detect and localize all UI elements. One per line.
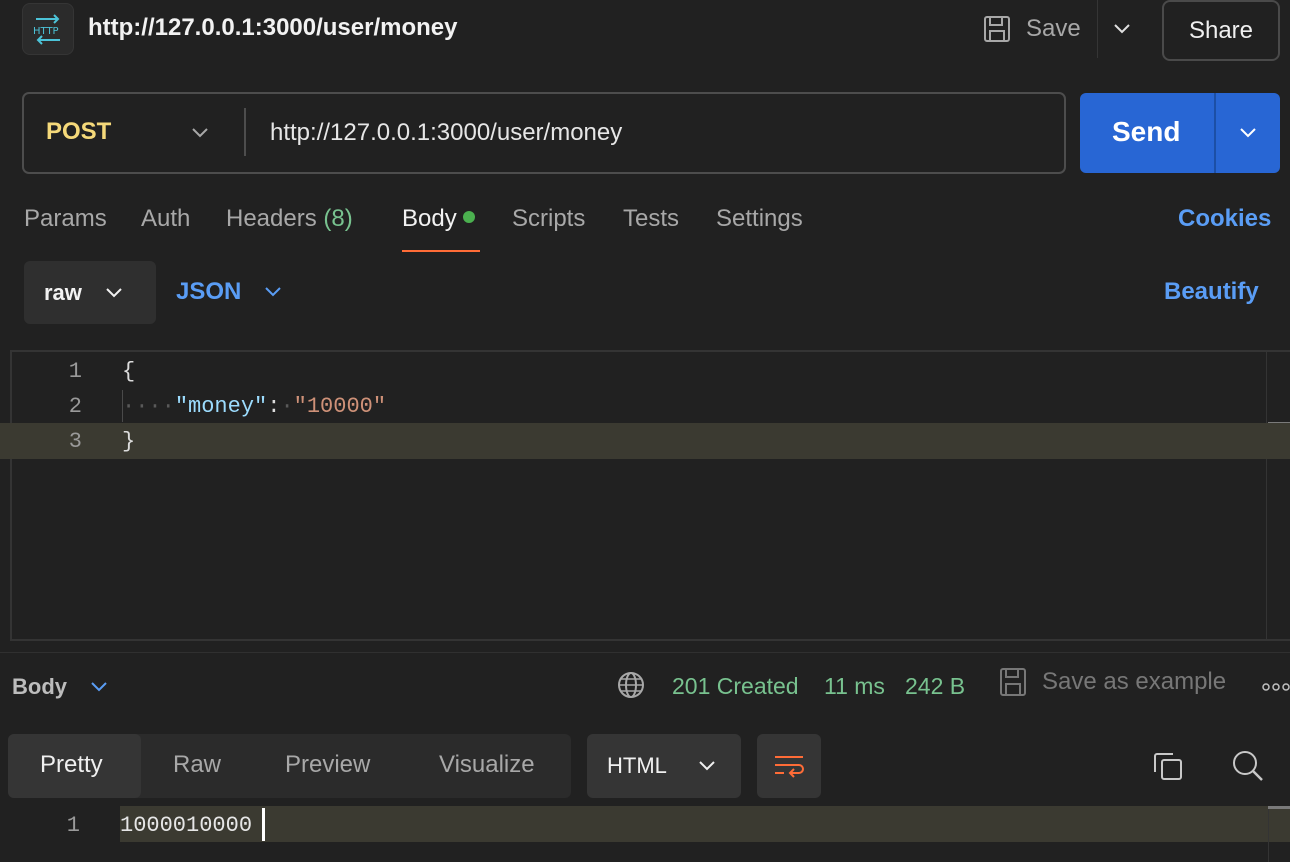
code-line[interactable]: 1 { [0, 353, 1290, 389]
code-line-current[interactable]: 3 } [0, 423, 1290, 459]
response-scrollbar-track [1268, 809, 1269, 862]
response-format-select[interactable]: HTML [587, 734, 741, 798]
tab-headers[interactable]: Headers (8) [226, 205, 353, 233]
body-mode-label: raw [44, 279, 82, 305]
send-options-chevron-icon[interactable] [1238, 124, 1258, 142]
save-as-example-button[interactable]: Save as example [998, 666, 1226, 698]
tab-params[interactable]: Params [24, 205, 107, 233]
response-line-highlight [120, 806, 1290, 842]
url-input[interactable] [270, 116, 1050, 150]
save-options-chevron-icon[interactable] [1112, 18, 1132, 38]
method-select[interactable]: POST [46, 118, 111, 146]
tab-preview[interactable]: Preview [285, 751, 370, 779]
divider [1214, 93, 1216, 173]
active-tab-indicator [402, 250, 480, 252]
code-text: ····"money":·"10000" [122, 394, 387, 419]
text-cursor [262, 808, 265, 841]
divider [244, 108, 246, 156]
save-button[interactable]: Save [982, 10, 1081, 48]
globe-icon[interactable] [616, 670, 646, 700]
chevron-down-icon [265, 287, 282, 297]
code-text: { [122, 359, 136, 384]
beautify-button[interactable]: Beautify [1164, 278, 1259, 306]
more-options-icon[interactable] [1262, 682, 1290, 692]
chevron-down-icon [106, 287, 122, 297]
tab-visualize[interactable]: Visualize [439, 751, 535, 779]
language-label: JSON [176, 278, 242, 305]
response-format-label: HTML [607, 753, 667, 778]
chevron-down-icon [91, 682, 107, 692]
tab-raw[interactable]: Raw [173, 751, 221, 779]
save-label: Save [1026, 15, 1081, 42]
cookies-link[interactable]: Cookies [1178, 205, 1271, 233]
response-time[interactable]: 11 ms [824, 673, 885, 700]
tab-auth[interactable]: Auth [141, 205, 190, 233]
tab-body-label: Body [402, 205, 457, 232]
tab-headers-label: Headers [226, 205, 317, 232]
line-number: 3 [68, 429, 82, 454]
save-icon [984, 16, 1010, 42]
save-as-example-label: Save as example [1042, 668, 1227, 695]
response-body-select[interactable]: Body [12, 674, 109, 700]
http-icon: HTTP [22, 3, 74, 55]
tab-pretty[interactable]: Pretty [40, 751, 103, 779]
headers-count-badge: (8) [323, 205, 353, 232]
line-number: 1 [66, 813, 80, 838]
language-select[interactable]: JSON [176, 278, 283, 306]
wrap-lines-button[interactable] [757, 734, 821, 798]
code-line[interactable]: 2 ····"money":·"10000" [0, 388, 1290, 424]
tab-body[interactable]: Body [402, 205, 475, 233]
indent-guide [122, 390, 123, 422]
chevron-down-icon [699, 761, 715, 771]
svg-text:HTTP: HTTP [33, 26, 59, 37]
line-number: 2 [68, 394, 82, 419]
wrap-lines-icon [775, 756, 804, 778]
request-title[interactable]: http://127.0.0.1:3000/user/money [88, 14, 458, 42]
tab-scripts[interactable]: Scripts [512, 205, 585, 233]
code-text: } [122, 429, 136, 454]
send-label[interactable]: Send [1112, 116, 1180, 148]
response-divider[interactable] [0, 652, 1290, 653]
response-content[interactable]: 1000010000 [120, 813, 252, 838]
tab-tests[interactable]: Tests [623, 205, 679, 233]
copy-icon[interactable] [1152, 750, 1184, 782]
line-number: 1 [68, 359, 82, 384]
tab-settings[interactable]: Settings [716, 205, 803, 233]
response-body-label: Body [12, 674, 67, 699]
response-scrollbar[interactable] [1268, 806, 1290, 809]
share-button[interactable]: Share [1162, 0, 1280, 61]
save-icon [1000, 668, 1026, 696]
divider [1097, 0, 1098, 58]
body-mode-select[interactable]: raw [24, 261, 156, 324]
response-size[interactable]: 242 B [905, 673, 965, 700]
chevron-down-icon[interactable] [190, 124, 210, 142]
body-indicator-dot [462, 211, 475, 223]
status-code[interactable]: 201 Created [672, 673, 799, 700]
search-icon[interactable] [1231, 749, 1265, 783]
